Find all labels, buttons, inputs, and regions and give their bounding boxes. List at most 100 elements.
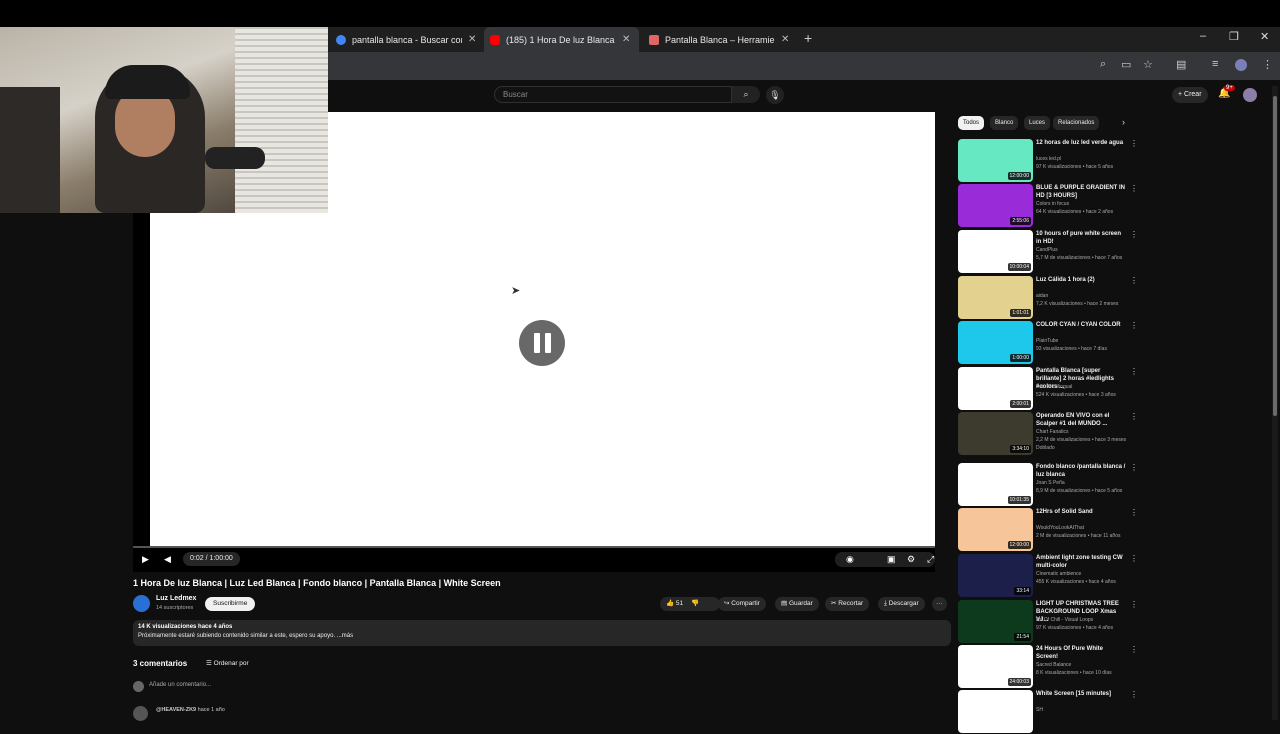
save-button[interactable]: ▤ Guardar [775, 597, 819, 611]
settings-icon[interactable]: ⚙ [907, 554, 915, 565]
comment-author-avatar[interactable] [133, 706, 148, 721]
bookmark-star-icon[interactable]: ☆ [1143, 58, 1153, 71]
close-tab-icon[interactable]: ✕ [781, 34, 789, 45]
recommendation-title[interactable]: 10 hours of pure white screen in HD! [1036, 230, 1126, 246]
recommendation-channel[interactable]: SH [1036, 707, 1043, 713]
profile-avatar[interactable] [1235, 59, 1247, 71]
video-thumbnail[interactable]: 12:00:00 [958, 508, 1033, 551]
video-thumbnail[interactable]: 24:00:03 [958, 645, 1033, 688]
recommendation-item[interactable]: 1:00:00COLOR CYAN / CYAN COLORPlainTube9… [958, 321, 1133, 365]
recommendation-channel[interactable]: Joan S Peña [1036, 480, 1065, 486]
recommendation-channel[interactable]: WouldYouLookAtThat [1036, 525, 1084, 531]
chip-todos[interactable]: Todos [958, 116, 984, 130]
create-button[interactable]: + Crear [1172, 87, 1208, 103]
more-options-icon[interactable]: ⋮ [1130, 412, 1138, 421]
volume-icon[interactable]: ◀ [164, 554, 171, 565]
search-input[interactable]: Buscar [494, 86, 732, 103]
new-tab-button[interactable]: + [804, 30, 812, 46]
recommendation-channel[interactable]: Chart Fanatics [1036, 429, 1069, 435]
play-icon[interactable]: ▶ [142, 554, 149, 565]
more-actions-button[interactable]: ··· [932, 597, 947, 611]
video-thumbnail[interactable] [958, 690, 1033, 733]
recommendation-item[interactable]: 3:34:10Operando EN VIVO con el Scalper #… [958, 412, 1133, 456]
video-thumbnail[interactable]: 2:55:06 [958, 184, 1033, 227]
recommendation-item[interactable]: 21:54LIGHT UP CHRISTMAS TREE BACKGROUND … [958, 600, 1133, 644]
more-options-icon[interactable]: ⋮ [1130, 321, 1138, 330]
close-tab-icon[interactable]: ✕ [468, 34, 476, 45]
video-thumbnail[interactable]: 10:01:35 [958, 463, 1033, 506]
recommendation-title[interactable]: Luz Cálida 1 hora (2) [1036, 276, 1126, 284]
chip-luces[interactable]: Luces [1024, 116, 1050, 130]
comment-author[interactable]: @HEAVEN-ZK9 [156, 707, 196, 713]
recommendation-title[interactable]: Fondo blanco /pantalla blanca / luz blan… [1036, 463, 1126, 479]
recommendation-item[interactable]: 12:00:0012 horas de luz led verde agualu… [958, 139, 1133, 183]
more-options-icon[interactable]: ⋮ [1130, 600, 1138, 609]
download-button[interactable]: ⤓ Descargar [878, 597, 925, 611]
recommendation-item[interactable]: White Screen [15 minutes]SH⋮ [958, 690, 1133, 734]
description-text[interactable]: Próximamente estaré subiendo contenido s… [138, 633, 353, 639]
more-options-icon[interactable]: ⋮ [1130, 463, 1138, 472]
recommendation-title[interactable]: BLUE & PURPLE GRADIENT IN HD [3 HOURS] [1036, 184, 1126, 200]
more-options-icon[interactable]: ⋮ [1130, 508, 1138, 517]
sidebar-icon[interactable]: ▤ [1176, 58, 1186, 71]
video-thumbnail[interactable]: 12:00:00 [958, 139, 1033, 182]
recommendation-title[interactable]: 12 horas de luz led verde agua [1036, 139, 1126, 147]
recommendation-channel[interactable]: CandPlus [1036, 247, 1058, 253]
recommendation-item[interactable]: 33:14Ambient light zone testing CW multi… [958, 554, 1133, 598]
video-thumbnail[interactable]: 2:00:01 [958, 367, 1033, 410]
recommendation-title[interactable]: 24 Hours Of Pure White Screen! [1036, 645, 1126, 661]
chip-blanco[interactable]: Blanco [990, 116, 1018, 130]
recommendation-item[interactable]: 24:00:0324 Hours Of Pure White Screen!Sa… [958, 645, 1133, 689]
recommendation-title[interactable]: COLOR CYAN / CYAN COLOR [1036, 321, 1126, 329]
more-options-icon[interactable]: ⋮ [1130, 230, 1138, 239]
scrollbar-thumb[interactable] [1273, 96, 1277, 416]
recommendation-channel[interactable]: Sacred Balance [1036, 662, 1071, 668]
search-button[interactable]: ⌕ [732, 86, 760, 103]
add-comment-input[interactable]: Añade un comentario... [149, 682, 211, 688]
recommendation-channel[interactable]: Cinematic ambience [1036, 571, 1081, 577]
recommendation-channel[interactable]: Pain Multilingual [1036, 384, 1072, 390]
subtitles-icon[interactable]: ▣ [887, 554, 896, 565]
tab-google-search[interactable]: pantalla blanca - Buscar con Go ✕ [330, 27, 480, 52]
more-options-icon[interactable]: ⋮ [1130, 690, 1138, 699]
video-thumbnail[interactable]: 1:01:01 [958, 276, 1033, 319]
recommendation-title[interactable]: Ambient light zone testing CW multi-colo… [1036, 554, 1126, 570]
pause-overlay-button[interactable] [519, 320, 565, 366]
video-thumbnail[interactable]: 3:34:10 [958, 412, 1033, 455]
cast-icon[interactable]: ▭ [1121, 58, 1131, 71]
video-thumbnail[interactable]: 33:14 [958, 554, 1033, 597]
more-options-icon[interactable]: ⋮ [1130, 554, 1138, 563]
channel-name[interactable]: Luz Ledmex [156, 595, 196, 602]
video-thumbnail[interactable]: 10:00:04 [958, 230, 1033, 273]
voice-search-button[interactable]: 🎙 [766, 86, 784, 104]
recommendation-title[interactable]: Operando EN VIVO con el Scalper #1 del M… [1036, 412, 1126, 428]
recommendation-item[interactable]: 2:00:01Pantalla Blanca [super brillante]… [958, 367, 1133, 411]
recommendation-item[interactable]: 2:55:06BLUE & PURPLE GRADIENT IN HD [3 H… [958, 184, 1133, 228]
close-tab-icon[interactable]: ✕ [622, 34, 630, 45]
chip-relacionados[interactable]: Relacionados [1053, 116, 1099, 130]
recommendation-title[interactable]: 12Hrs of Solid Sand [1036, 508, 1126, 516]
clip-button[interactable]: ✂ Recortar [825, 597, 869, 611]
recommendation-item[interactable]: 1:01:01Luz Cálida 1 hora (2)aidan7,2 K v… [958, 276, 1133, 320]
tab-youtube-video[interactable]: (185) 1 Hora De luz Blanca | Luz ✕ [484, 27, 639, 52]
user-avatar[interactable] [1243, 88, 1257, 102]
chips-next-arrow-icon[interactable]: › [1122, 117, 1125, 127]
maximize-button[interactable]: ❐ [1229, 30, 1239, 43]
autoplay-toggle-icon[interactable]: ◉ [846, 554, 854, 565]
channel-avatar[interactable] [133, 595, 150, 612]
thumbs-down-icon[interactable]: 👎 [691, 600, 699, 607]
tab-pantalla-blanca-tool[interactable]: Pantalla Blanca – Herramienta c ✕ [643, 27, 798, 52]
recommendation-channel[interactable]: PlainTube [1036, 338, 1058, 344]
video-thumbnail[interactable]: 21:54 [958, 600, 1033, 643]
sort-comments-button[interactable]: ☰ Ordenar por [206, 659, 249, 667]
video-thumbnail[interactable]: 1:00:00 [958, 321, 1033, 364]
extensions-icon[interactable]: ≡ [1212, 58, 1218, 70]
recommendation-item[interactable]: 10:00:0410 hours of pure white screen in… [958, 230, 1133, 274]
recommendation-channel[interactable]: Colors in focus [1036, 201, 1069, 207]
more-options-icon[interactable]: ⋮ [1130, 184, 1138, 193]
recommendation-item[interactable]: 12:00:0012Hrs of Solid Sand WouldYouLookA… [958, 508, 1133, 552]
recommendation-channel[interactable]: aidan [1036, 293, 1048, 299]
subscribe-button[interactable]: Suscribirme [205, 597, 255, 611]
more-options-icon[interactable]: ⋮ [1130, 276, 1138, 285]
minimize-button[interactable]: – [1200, 30, 1206, 42]
